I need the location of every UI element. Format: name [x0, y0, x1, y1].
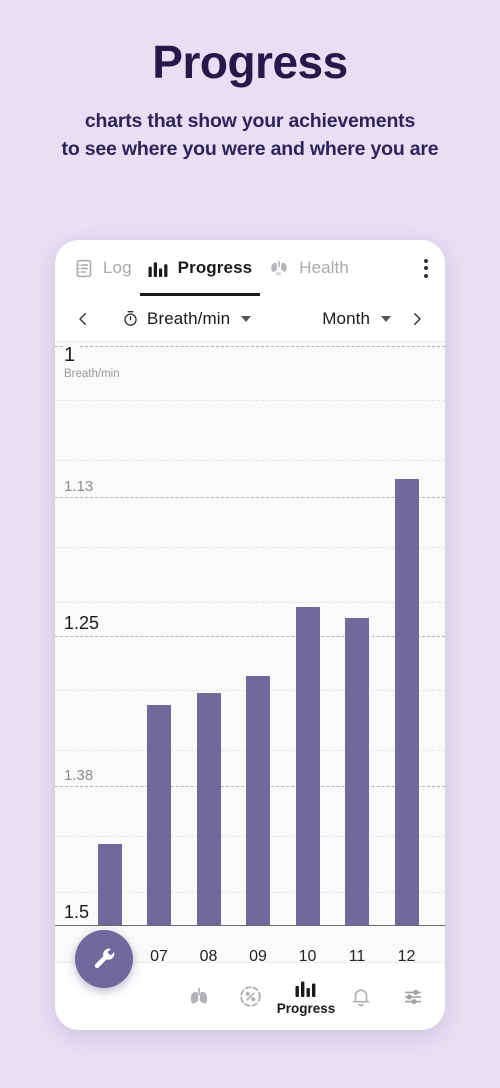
promo-subtitle: charts that show your achievements to se…: [0, 108, 500, 163]
chart-bar[interactable]: [345, 618, 369, 925]
tab-health[interactable]: Health: [260, 240, 357, 296]
promo-subtitle-line-1: charts that show your achievements: [84, 110, 416, 133]
chart-bars: [55, 342, 445, 942]
chart-bar[interactable]: [246, 676, 270, 925]
tab-progress[interactable]: Progress: [139, 240, 261, 296]
page-title: Progress: [152, 36, 348, 88]
wrench-icon: [91, 946, 117, 972]
chart-filter-bar: Breath/min Month: [55, 296, 445, 342]
nav-item-settings[interactable]: [387, 963, 439, 1031]
bell-icon: [349, 984, 373, 1009]
kebab-menu-icon[interactable]: [415, 248, 441, 288]
top-tab-bar: Log Progress Health: [55, 240, 445, 296]
bar-chart-icon: [148, 259, 169, 278]
nav-item-notifications[interactable]: [335, 963, 387, 1031]
promo-header: Progress charts that show your achieveme…: [0, 0, 500, 164]
nav-item-progress[interactable]: Progress: [276, 963, 336, 1031]
tab-log-label: Log: [103, 258, 132, 277]
chart-bar[interactable]: [147, 704, 171, 925]
metric-value: Breath/min: [147, 308, 231, 328]
chart-bar[interactable]: [394, 479, 419, 925]
tab-log[interactable]: Log: [65, 240, 140, 296]
nav-item-percent[interactable]: [225, 963, 277, 1031]
tools-fab-button[interactable]: [75, 930, 133, 988]
progress-bar-chart[interactable]: 1 1.13 1.25 1.38 1.5 Breath/min: [55, 342, 445, 942]
list-document-icon: [73, 258, 94, 279]
bar-chart-icon: [294, 978, 318, 998]
chart-baseline-axis: [55, 925, 445, 926]
app-screenshot-card: Log Progress Health Breath/min Month 1 1…: [55, 240, 445, 1030]
tab-health-label: Health: [299, 258, 349, 277]
lungs-icon: [186, 985, 212, 1009]
chevron-right-icon[interactable]: [399, 299, 435, 339]
stopwatch-icon: [121, 309, 140, 328]
period-selector[interactable]: Month: [316, 299, 397, 339]
period-value: Month: [322, 308, 370, 328]
lungs-heart-icon: [268, 257, 290, 279]
promo-subtitle-line-2: to see where you were and where you are: [61, 137, 439, 160]
nav-item-progress-label: Progress: [276, 1000, 336, 1016]
chart-bar[interactable]: [97, 843, 122, 925]
chart-bar[interactable]: [295, 606, 320, 925]
nav-item-lungs[interactable]: [173, 963, 225, 1031]
chevron-down-icon: [381, 315, 391, 322]
chevron-left-icon[interactable]: [65, 299, 101, 339]
percent-circle-icon: [238, 984, 263, 1009]
chevron-down-icon: [241, 315, 252, 322]
tab-progress-label: Progress: [177, 258, 253, 277]
metric-selector[interactable]: Breath/min: [115, 299, 257, 339]
sliders-icon: [401, 986, 425, 1008]
chart-bar[interactable]: [196, 693, 221, 925]
